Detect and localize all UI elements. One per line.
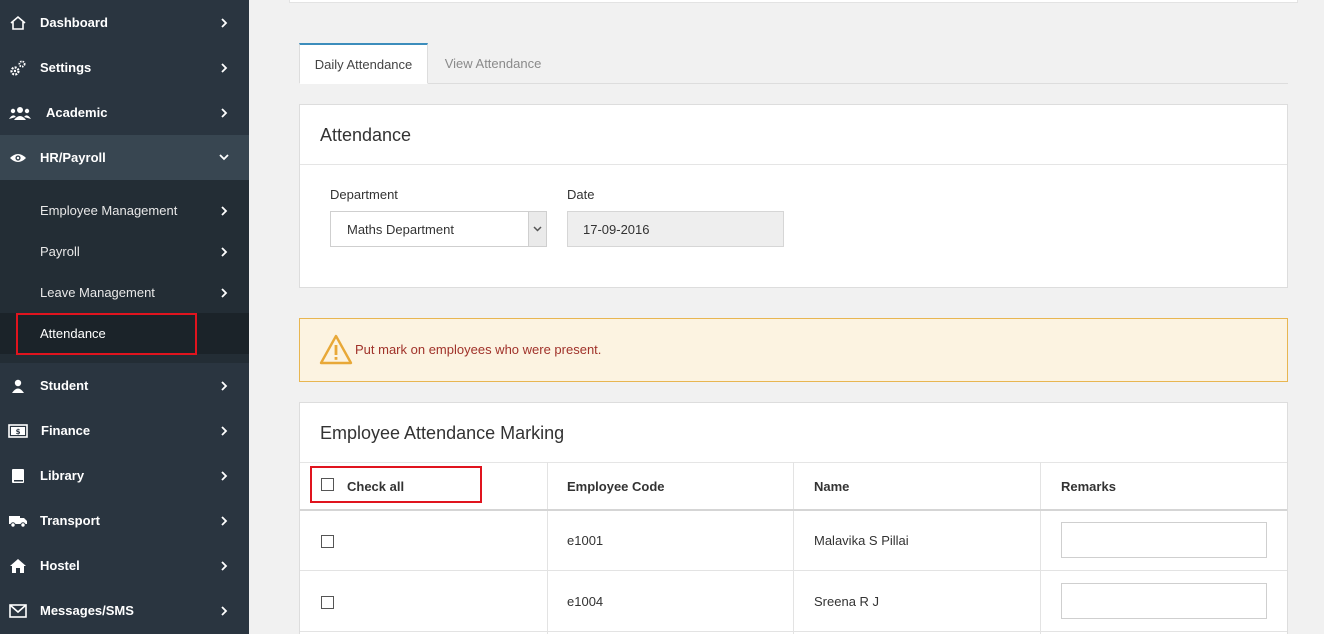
submenu-item-label: Employee Management <box>40 203 178 218</box>
svg-text:$: $ <box>16 428 21 436</box>
chevron-right-icon <box>219 560 229 571</box>
truck-icon <box>8 511 28 531</box>
panel-title: Employee Attendance Marking <box>320 423 565 443</box>
sidebar-item-label: Transport <box>40 513 100 528</box>
chevron-right-icon <box>219 605 229 616</box>
remarks-input[interactable] <box>1061 583 1267 619</box>
highlight-box-attendance <box>16 313 197 355</box>
sidebar-item-label: Library <box>40 468 85 483</box>
sidebar-item-messages-sms[interactable]: Messages/SMS <box>0 588 249 633</box>
sidebar-item-transport[interactable]: Transport <box>0 498 249 543</box>
chevron-right-icon <box>219 246 229 257</box>
chevron-right-icon <box>219 425 229 436</box>
submenu-item-employee-management[interactable]: Employee Management <box>0 190 249 231</box>
sidebar-item-label: Messages/SMS <box>40 603 134 618</box>
tab-view-attendance[interactable]: View Attendance <box>428 43 558 84</box>
sidebar-item-label: Finance <box>41 423 91 438</box>
divider <box>300 164 1287 165</box>
chevron-down-icon <box>219 153 229 163</box>
panel-title: Attendance <box>320 125 412 145</box>
column-header-remarks: Remarks <box>1061 478 1116 494</box>
chevron-right-icon <box>219 62 229 73</box>
sidebar-item-hr-payroll[interactable]: HR/Payroll <box>0 135 249 180</box>
top-panel-edge <box>289 0 1298 3</box>
employee-code-cell: e1001 <box>567 533 604 548</box>
users-icon <box>8 103 32 123</box>
sidebar-item-dashboard[interactable]: Dashboard <box>0 0 249 45</box>
date-label: Date <box>567 187 595 202</box>
submenu-item-leave-management[interactable]: Leave Management <box>0 272 249 313</box>
attendance-panel: Attendance <box>299 104 1288 288</box>
chevron-right-icon <box>219 205 229 216</box>
sidebar-item-finance[interactable]: $ Finance <box>0 408 249 453</box>
alert-message: Put mark on employees who were present. <box>355 342 602 357</box>
employee-name-cell: Malavika S Pillai <box>814 533 909 548</box>
date-value: 17-09-2016 <box>583 222 650 237</box>
sidebar-item-library[interactable]: Library <box>0 453 249 498</box>
sidebar-item-label: Student <box>40 378 89 393</box>
chevron-right-icon <box>219 515 229 526</box>
warning-alert: Put mark on employees who were present. <box>299 318 1288 382</box>
sidebar-item-label: HR/Payroll <box>40 150 106 165</box>
sidebar-item-label: Dashboard <box>40 15 108 30</box>
sidebar-item-settings[interactable]: Settings <box>0 45 249 90</box>
house-icon <box>8 556 28 576</box>
sidebar-item-label: Settings <box>40 60 92 75</box>
chevron-right-icon <box>219 380 229 391</box>
column-header-employee-code: Employee Code <box>567 478 665 494</box>
tab-daily-attendance[interactable]: Daily Attendance <box>299 43 428 84</box>
chevron-right-icon <box>219 287 229 298</box>
sidebar-item-hostel[interactable]: Hostel <box>0 543 249 588</box>
sidebar-item-academic[interactable]: Academic <box>0 90 249 135</box>
column-divider <box>1040 462 1041 634</box>
book-icon <box>8 466 28 486</box>
envelope-icon <box>8 601 28 621</box>
header-divider <box>300 509 1287 511</box>
employee-name-cell: Sreena R J <box>814 594 880 609</box>
remarks-input[interactable] <box>1061 522 1267 558</box>
eye-icon <box>8 148 28 168</box>
row-divider <box>300 570 1287 571</box>
employee-code-cell: e1004 <box>567 594 604 609</box>
chevron-right-icon <box>219 17 229 28</box>
row-divider <box>300 631 1287 632</box>
gears-icon <box>8 58 28 78</box>
money-icon: $ <box>8 421 28 441</box>
date-field[interactable]: 17-09-2016 <box>567 211 784 247</box>
sidebar-item-label: Hostel <box>40 558 80 573</box>
chevron-right-icon <box>219 470 229 481</box>
column-divider <box>793 462 794 634</box>
column-header-name: Name <box>814 478 850 494</box>
chevron-down-icon <box>528 212 546 246</box>
attendance-tabs: Daily Attendance View Attendance <box>299 43 1288 84</box>
row-checkbox[interactable] <box>321 596 334 609</box>
submenu-item-label: Leave Management <box>40 285 155 300</box>
sidebar-item-label: Academic <box>46 105 108 120</box>
department-value: Maths Department <box>347 222 454 237</box>
row-checkbox[interactable] <box>321 535 334 548</box>
user-icon <box>8 376 28 396</box>
column-divider <box>547 462 548 634</box>
department-label: Department <box>330 187 398 202</box>
home-icon <box>8 13 28 33</box>
highlight-box-check-all <box>310 466 482 503</box>
sidebar-item-student[interactable]: Student <box>0 363 249 408</box>
sidebar: Dashboard Settings Academic HR/Payroll E… <box>0 0 249 634</box>
submenu-item-payroll[interactable]: Payroll <box>0 231 249 272</box>
warning-icon <box>319 334 353 365</box>
submenu-item-label: Payroll <box>40 244 80 259</box>
chevron-right-icon <box>219 107 229 118</box>
department-select[interactable]: Maths Department <box>330 211 547 247</box>
